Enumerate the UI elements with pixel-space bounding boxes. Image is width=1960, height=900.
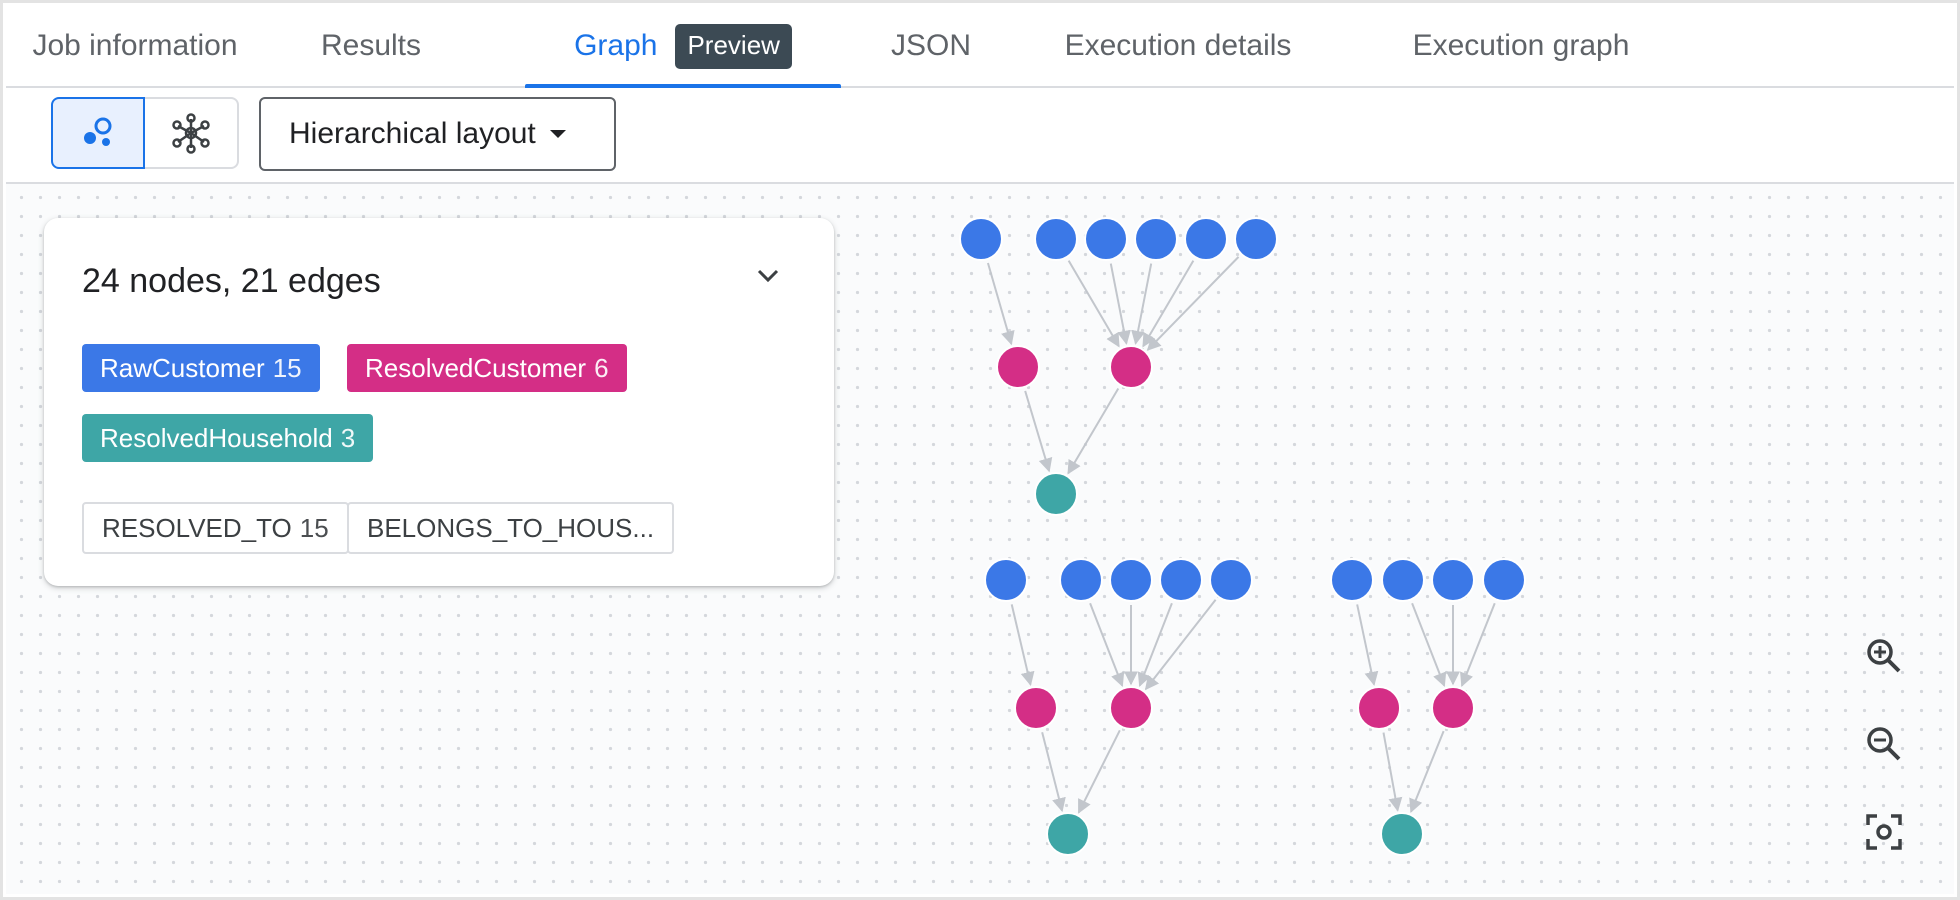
graph-edge[interactable] [1024, 390, 1053, 473]
resolved-household-node[interactable] [1046, 812, 1090, 856]
edge-type-chip-belongs-to-household[interactable]: BELONGS_TO_HOUS... [347, 502, 675, 554]
graph-canvas[interactable]: 24 nodes, 21 edges RawCustomer 15 Resolv… [6, 184, 1954, 894]
graph-edge[interactable] [1067, 260, 1120, 348]
raw-customer-node[interactable] [1482, 558, 1526, 602]
tab-label: Execution graph [1412, 29, 1630, 62]
zoom-out-button[interactable] [1864, 724, 1912, 772]
raw-customer-node[interactable] [1159, 558, 1203, 602]
tab-execution-graph[interactable]: Execution graph [1386, 6, 1656, 86]
chevron-down-icon [757, 269, 779, 283]
raw-customer-node[interactable] [1330, 558, 1374, 602]
raw-customer-node[interactable] [1431, 558, 1475, 602]
fit-screen-icon [1866, 814, 1902, 850]
tab-label: Graph [574, 29, 658, 62]
raw-customer-node[interactable] [1209, 558, 1253, 602]
tab-execution-details[interactable]: Execution details [1048, 6, 1308, 86]
resolved-customer-node[interactable] [1431, 686, 1475, 730]
raw-customer-node[interactable] [1134, 217, 1178, 261]
chip-label: RawCustomer [100, 352, 265, 383]
tab-bar: Job information Results Graph Preview JS… [6, 6, 1954, 88]
graph-summary-title: 24 nodes, 21 edges [82, 262, 381, 300]
node-type-chip-rawcustomer[interactable]: RawCustomer 15 [82, 344, 320, 392]
graph-edge[interactable] [1409, 730, 1445, 814]
chip-label: ResolvedHousehold [100, 422, 333, 453]
resolved-customer-node[interactable] [1014, 686, 1058, 730]
resolved-household-node[interactable] [1380, 812, 1424, 856]
resolved-customer-node[interactable] [1109, 345, 1153, 389]
raw-customer-node[interactable] [1381, 558, 1425, 602]
graph-edge[interactable] [1356, 604, 1379, 686]
graph-edge[interactable] [1131, 263, 1153, 345]
dropdown-caret-icon [549, 130, 566, 138]
zoom-out-icon [1867, 727, 1901, 761]
tab-label: Results [320, 29, 422, 62]
layout-dropdown[interactable]: Hierarchical layout [259, 97, 616, 171]
graph-summary-card: 24 nodes, 21 edges RawCustomer 15 Resolv… [44, 218, 834, 586]
fit-to-screen-button[interactable] [1864, 812, 1912, 860]
resolved-household-node[interactable] [1034, 472, 1078, 516]
schema-view-toggle[interactable] [51, 97, 145, 169]
resolved-customer-node[interactable] [1109, 686, 1153, 730]
tab-label: Execution details [1064, 29, 1292, 62]
raw-customer-node[interactable] [1184, 217, 1228, 261]
tab-job-information[interactable]: Job information [30, 6, 240, 86]
raw-customer-node[interactable] [1034, 217, 1078, 261]
node-type-chip-resolvedhousehold[interactable]: ResolvedHousehold 3 [82, 414, 374, 462]
tab-json[interactable]: JSON [876, 6, 986, 86]
graph-edge[interactable] [1137, 602, 1173, 687]
raw-customer-node[interactable] [984, 558, 1028, 602]
edge-type-chip-resolved-to[interactable]: RESOLVED_TO 15 [82, 502, 349, 554]
tab-results[interactable]: Results [306, 6, 436, 86]
chip-label: ResolvedCustomer [365, 352, 587, 383]
chip-count: 6 [594, 352, 609, 383]
zoom-in-icon [1867, 639, 1901, 673]
graph-edge[interactable] [1077, 729, 1121, 814]
raw-customer-node[interactable] [1109, 558, 1153, 602]
tab-label: JSON [890, 29, 971, 62]
resolved-customer-node[interactable] [1357, 686, 1401, 730]
graph-edge[interactable] [1146, 256, 1240, 351]
tab-label: Job information [32, 29, 238, 62]
chip-count: 3 [340, 422, 356, 453]
raw-customer-node[interactable] [1084, 217, 1128, 261]
resolved-customer-node[interactable] [996, 345, 1040, 389]
chip-label: BELONGS_TO_HOUS... [367, 512, 655, 543]
graph-edge[interactable] [1109, 263, 1131, 345]
chip-count: 15 [272, 352, 302, 383]
zoom-in-button[interactable] [1864, 636, 1912, 684]
tab-graph[interactable]: Graph Preview [525, 6, 841, 88]
collapse-button[interactable] [754, 262, 794, 302]
layout-dropdown-value: Hierarchical layout [289, 117, 536, 150]
graph-edge[interactable] [1460, 602, 1496, 688]
graph-toolbar: Hierarchical layout [6, 88, 1954, 184]
graph-edge[interactable] [1067, 388, 1120, 475]
network-view-toggle[interactable] [145, 97, 239, 169]
network-view-icon [172, 113, 210, 154]
graph-edge[interactable] [1010, 604, 1035, 686]
graph-edge[interactable] [1411, 602, 1447, 687]
graph-edge[interactable] [986, 262, 1015, 346]
preview-badge: Preview [675, 23, 792, 69]
raw-customer-node[interactable] [1234, 217, 1278, 261]
schema-view-icon [84, 117, 112, 146]
raw-customer-node[interactable] [1059, 558, 1103, 602]
chip-label: RESOLVED_TO [102, 512, 292, 543]
graph-edge[interactable] [1089, 602, 1125, 687]
chip-count: 15 [299, 512, 329, 543]
graph-panel: Job information Results Graph Preview JS… [0, 0, 1960, 900]
graph-edge[interactable] [1382, 732, 1403, 812]
node-type-chip-resolvedcustomer[interactable]: ResolvedCustomer 6 [347, 344, 627, 392]
graph-edge[interactable] [1041, 731, 1066, 813]
graph-edge[interactable] [1142, 260, 1195, 348]
raw-customer-node[interactable] [959, 217, 1003, 261]
